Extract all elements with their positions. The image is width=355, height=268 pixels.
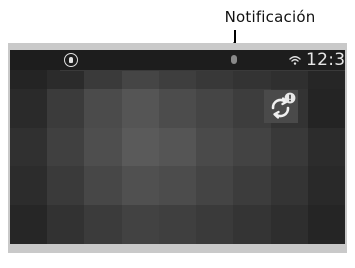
voice-assistant-icon-glyph <box>69 57 73 63</box>
wallpaper-tile <box>47 88 85 128</box>
status-bar-divider <box>60 70 345 71</box>
wallpaper-tile <box>47 205 85 244</box>
wallpaper-tile <box>158 166 197 206</box>
wallpaper-tile <box>270 166 308 206</box>
infotainment-screen: 12:34 <box>10 50 345 244</box>
wallpaper-tile <box>196 166 234 206</box>
wallpaper-tile <box>307 88 345 128</box>
wallpaper-tile <box>10 205 48 244</box>
wallpaper-tile <box>307 166 345 206</box>
wallpaper-tile <box>10 127 48 167</box>
wallpaper-tile <box>233 127 271 167</box>
wallpaper-tile <box>121 166 159 206</box>
voice-assistant-icon[interactable] <box>64 53 78 67</box>
wallpaper-tile <box>84 127 122 167</box>
wallpaper-tile <box>196 127 234 167</box>
manual-illustration: Notificación 12:34 <box>0 0 355 268</box>
wallpaper-tile <box>84 166 122 206</box>
wallpaper-tile <box>307 127 345 167</box>
sync-alert-icon[interactable] <box>265 91 297 123</box>
wallpaper-tile <box>270 127 308 167</box>
wallpaper-tile <box>158 88 197 128</box>
wallpaper-tile <box>233 166 271 206</box>
wallpaper-tile <box>121 88 159 128</box>
status-clock: 12:34 <box>306 50 345 70</box>
wallpaper-tile <box>10 88 48 128</box>
notification-dot-icon[interactable] <box>231 55 237 64</box>
wallpaper-tile <box>196 88 234 128</box>
status-bar[interactable]: 12:34 <box>10 50 345 70</box>
wifi-icon <box>289 56 301 65</box>
wallpaper-tile <box>158 205 197 244</box>
wallpaper-tile <box>307 205 345 244</box>
callout-label-notification: Notificación <box>224 8 316 26</box>
wallpaper-tile <box>196 205 234 244</box>
wallpaper-tile <box>270 205 308 244</box>
wallpaper-tile <box>121 205 159 244</box>
wallpaper-tile <box>121 127 159 167</box>
wallpaper-tile <box>84 205 122 244</box>
background-wallpaper <box>10 50 345 244</box>
wallpaper-tile <box>158 127 197 167</box>
wallpaper-tile <box>10 166 48 206</box>
wallpaper-tile <box>233 205 271 244</box>
wallpaper-tile <box>47 127 85 167</box>
wallpaper-tile <box>47 166 85 206</box>
wallpaper-tile <box>84 88 122 128</box>
